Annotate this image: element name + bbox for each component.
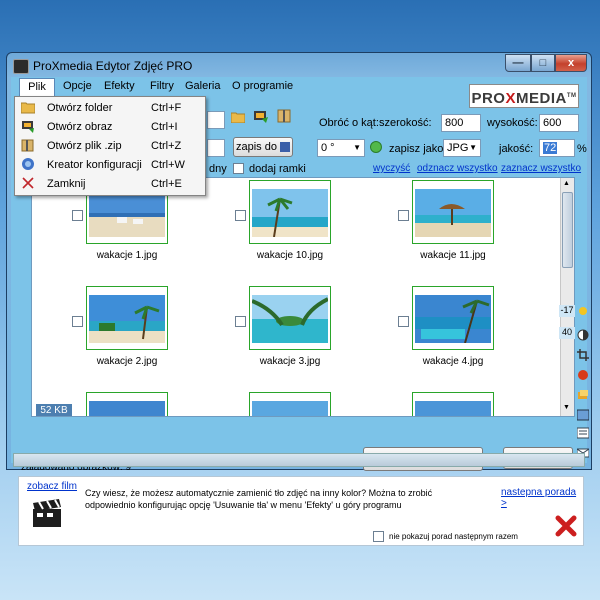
image-caption: wakacje 1.jpg xyxy=(96,250,158,261)
quality-input[interactable]: 72 xyxy=(539,139,575,157)
window-title: ProXmedia Edytor Zdjęć PRO xyxy=(33,59,193,73)
image-caption: wakacje 3.jpg xyxy=(259,356,321,367)
tip-text: Czy wiesz, że możesz automatycznie zamie… xyxy=(85,488,433,510)
menu-efekty[interactable]: Efekty xyxy=(104,80,135,92)
add-frames-checkbox[interactable] xyxy=(233,163,244,174)
menu-item-config-wizard[interactable]: Kreator konfiguracji Ctrl+W xyxy=(15,156,205,174)
save-as-label: zapisz jako: xyxy=(389,143,447,155)
close-tips-icon[interactable] xyxy=(555,515,577,537)
image-thumbnail[interactable] xyxy=(412,286,494,350)
image-checkbox[interactable] xyxy=(398,316,409,327)
maximize-button[interactable]: □ xyxy=(531,54,555,72)
layers-icon[interactable] xyxy=(577,389,591,403)
image-checkbox[interactable] xyxy=(72,210,83,221)
tips-panel: zobacz film Czy wiesz, że możesz automat… xyxy=(18,476,584,546)
format-select[interactable]: JPG ▼ xyxy=(443,139,481,157)
app-icon xyxy=(13,59,29,74)
add-frames-label: dodaj ramki xyxy=(249,163,306,175)
image-thumbnail[interactable] xyxy=(249,392,331,416)
scrollbar-thumb[interactable] xyxy=(562,192,573,268)
menu-item-close[interactable]: Zamknij Ctrl+E xyxy=(15,175,205,193)
zip-icon xyxy=(21,139,35,152)
rotate-select[interactable]: 0 ° ▼ xyxy=(317,139,365,157)
close-button[interactable]: x xyxy=(555,54,587,72)
scroll-up-icon[interactable]: ▲ xyxy=(563,180,570,187)
dont-show-tips-label: nie pokazuj porad następnym razem xyxy=(389,532,518,541)
image-thumbnail[interactable] xyxy=(412,392,494,416)
folder-icon[interactable] xyxy=(230,111,246,124)
width-label: szerokość: xyxy=(379,117,432,129)
quality-label: jakość: xyxy=(499,143,534,155)
menu-item-open-folder[interactable]: Otwórz folder Ctrl+F xyxy=(15,99,205,117)
menu-opcje[interactable]: Opcje xyxy=(63,80,92,92)
image-caption: wakacje 2.jpg xyxy=(96,356,158,367)
percent-label: % xyxy=(577,143,587,155)
image-icon[interactable] xyxy=(253,109,269,125)
menu-plik[interactable]: Plik xyxy=(19,78,55,96)
image-thumbnail[interactable] xyxy=(249,180,331,244)
rotate-apply-icon[interactable] xyxy=(370,141,382,153)
dropdown-arrow-icon: ▼ xyxy=(469,143,477,152)
select-all-link[interactable]: zaznacz wszystko xyxy=(501,163,581,174)
image-grid: wakacje 1.jpg wakacje 10.jpg wakacje 11.… xyxy=(31,177,575,417)
image-icon xyxy=(21,120,35,133)
minimize-button[interactable]: — xyxy=(505,54,531,72)
status-bar xyxy=(13,453,585,467)
image-thumbnail[interactable] xyxy=(86,286,168,350)
image-checkbox[interactable] xyxy=(398,210,409,221)
menu-filtry[interactable]: Filtry xyxy=(150,80,174,92)
red-eye-icon[interactable] xyxy=(577,369,591,383)
image-caption: wakacje 11.jpg xyxy=(420,250,486,261)
watch-film-link[interactable]: zobacz film xyxy=(27,481,77,492)
image-caption: wakacje 10.jpg xyxy=(256,250,324,261)
disk-icon xyxy=(280,142,291,153)
dropdown-arrow-icon: ▼ xyxy=(353,143,361,152)
clear-link[interactable]: wyczyść xyxy=(373,163,410,174)
image-caption: wakacje 4.jpg xyxy=(422,356,484,367)
path-field-stub[interactable] xyxy=(207,111,225,129)
film-clapper-icon[interactable] xyxy=(31,499,67,529)
dont-show-tips-checkbox[interactable] xyxy=(373,531,384,542)
gallery-icon[interactable] xyxy=(576,409,591,423)
height-input[interactable]: 600 xyxy=(539,114,579,132)
wizard-icon xyxy=(21,158,35,171)
image-checkbox[interactable] xyxy=(235,210,246,221)
next-tip-link[interactable]: nastepna porada > xyxy=(501,487,583,509)
menu-item-open-zip[interactable]: Otwórz plik .zip Ctrl+Z xyxy=(15,137,205,155)
file-menu-dropdown: Otwórz folder Ctrl+F Otwórz obraz Ctrl+I… xyxy=(14,96,206,196)
close-x-icon xyxy=(21,177,35,190)
contrast-icon[interactable] xyxy=(577,329,591,343)
menu-item-open-image[interactable]: Otwórz obraz Ctrl+I xyxy=(15,118,205,136)
brightness-icon[interactable] xyxy=(577,305,591,319)
folder-icon xyxy=(20,101,36,114)
image-checkbox[interactable] xyxy=(72,316,83,327)
scroll-down-icon[interactable]: ▼ xyxy=(563,404,570,411)
image-thumbnail[interactable] xyxy=(412,180,494,244)
slider-bottom-value: 40 xyxy=(559,327,575,339)
vertical-scrollbar[interactable]: ▲ ▼ xyxy=(560,178,574,416)
title-bar[interactable]: ProXmedia Edytor Zdjęć PRO — □ x xyxy=(7,53,591,79)
image-thumbnail[interactable] xyxy=(86,392,168,416)
width-input[interactable]: 800 xyxy=(441,114,481,132)
size-badge: 52 KB xyxy=(36,404,72,416)
slider-top-value: -17 xyxy=(559,305,575,317)
rotate-label: Obróć o kąt: xyxy=(319,117,379,129)
menu-o-programie[interactable]: O programie xyxy=(232,80,293,92)
partial-checkbox-label: dny xyxy=(209,163,227,175)
deselect-all-link[interactable]: odznacz wszystko xyxy=(417,163,498,174)
height-label: wysokość: xyxy=(487,117,538,129)
image-thumbnail[interactable] xyxy=(249,286,331,350)
crop-icon[interactable] xyxy=(577,349,591,363)
list-icon[interactable] xyxy=(576,427,591,441)
path-field-stub-2[interactable] xyxy=(207,139,225,157)
image-checkbox[interactable] xyxy=(235,316,246,327)
save-to-button[interactable]: zapis do xyxy=(233,137,293,157)
proxmedia-logo: PROXMEDIATM xyxy=(469,84,579,108)
menu-galeria[interactable]: Galeria xyxy=(185,80,220,92)
zip-icon[interactable] xyxy=(277,109,291,123)
